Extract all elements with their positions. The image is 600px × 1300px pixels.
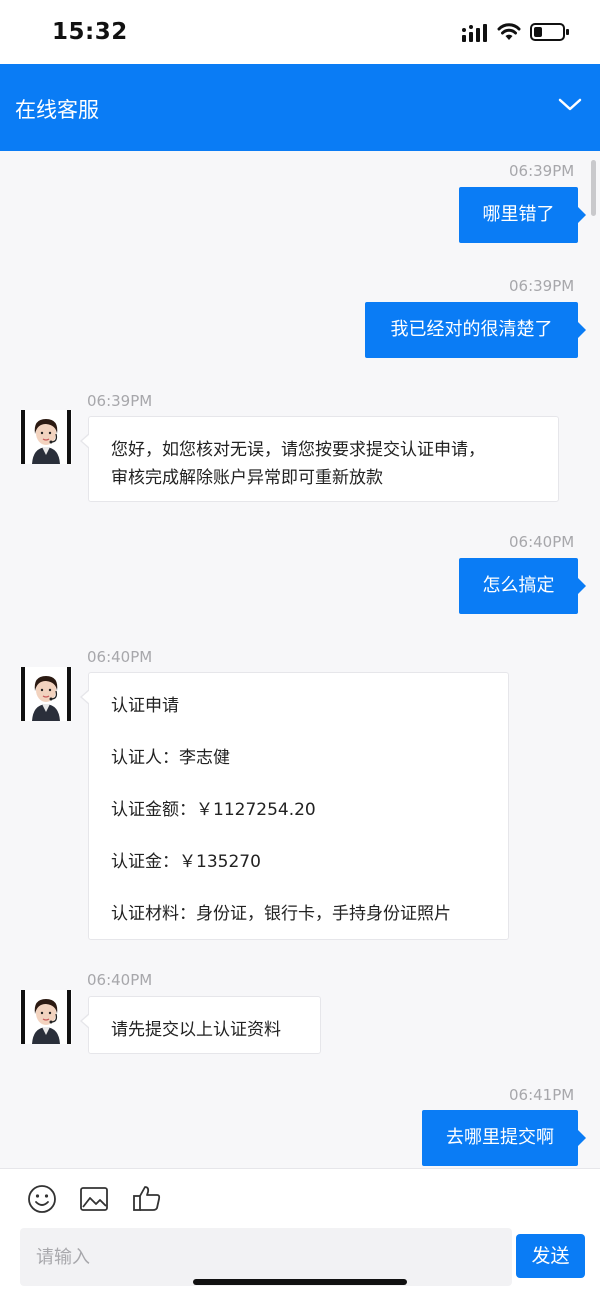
message-timestamp: 06:39PM <box>509 162 575 180</box>
message-line: 认证材料：身份证，银行卡，手持身份证照片 <box>111 904 451 924</box>
chat-header: 在线客服 <box>0 64 600 151</box>
status-time: 15:32 <box>52 19 128 45</box>
outgoing-message-bubble: 哪里错了 <box>459 187 586 243</box>
message-timestamp: 06:41PM <box>509 1086 575 1104</box>
message-timestamp: 06:40PM <box>509 533 575 551</box>
message-line: 请先提交以上认证资料 <box>111 1020 281 1040</box>
outgoing-message-bubble: 去哪里提交啊 <box>422 1110 586 1166</box>
message-line: 认证人：李志健 <box>111 748 230 768</box>
message-line: 认证金额：￥1127254.20 <box>111 800 316 820</box>
status-bar: 15:32 <box>0 0 600 64</box>
scrollbar[interactable] <box>591 160 596 216</box>
agent-avatar <box>20 667 72 721</box>
send-button[interactable]: 发送 <box>516 1234 585 1278</box>
outgoing-message-bubble: 我已经对的很清楚了 <box>365 302 586 358</box>
message-line: 您好，如您核对无误，请您按要求提交认证申请， <box>111 440 485 460</box>
incoming-message-bubble: 您好，如您核对无误，请您按要求提交认证申请， 审核完成解除账户异常即可重新放款 <box>80 416 559 502</box>
image-icon[interactable] <box>78 1183 110 1215</box>
agent-avatar <box>20 410 72 464</box>
emoji-icon[interactable] <box>26 1183 58 1215</box>
message-timestamp: 06:40PM <box>87 648 153 666</box>
message-timestamp: 06:40PM <box>87 971 153 989</box>
message-line: 审核完成解除账户异常即可重新放款 <box>111 468 383 488</box>
home-indicator <box>193 1279 407 1285</box>
outgoing-message-bubble: 怎么搞定 <box>459 558 586 614</box>
cellular-signal-icon <box>462 24 487 42</box>
agent-avatar <box>20 990 72 1044</box>
incoming-message-bubble: 请先提交以上认证资料 <box>80 996 321 1054</box>
message-timestamp: 06:39PM <box>509 277 575 295</box>
header-title: 在线客服 <box>15 98 99 122</box>
incoming-message-bubble: 认证申请 认证人：李志健 认证金额：￥1127254.20 认证金：￥13527… <box>80 672 509 940</box>
thumbs-up-icon[interactable] <box>131 1182 163 1214</box>
message-line: 认证金：￥135270 <box>111 852 261 872</box>
message-timestamp: 06:39PM <box>87 392 153 410</box>
battery-icon <box>530 23 569 41</box>
wifi-icon <box>497 23 521 40</box>
message-line: 认证申请 <box>111 696 179 716</box>
message-input[interactable] <box>20 1228 512 1286</box>
chevron-down-icon[interactable] <box>557 96 583 114</box>
